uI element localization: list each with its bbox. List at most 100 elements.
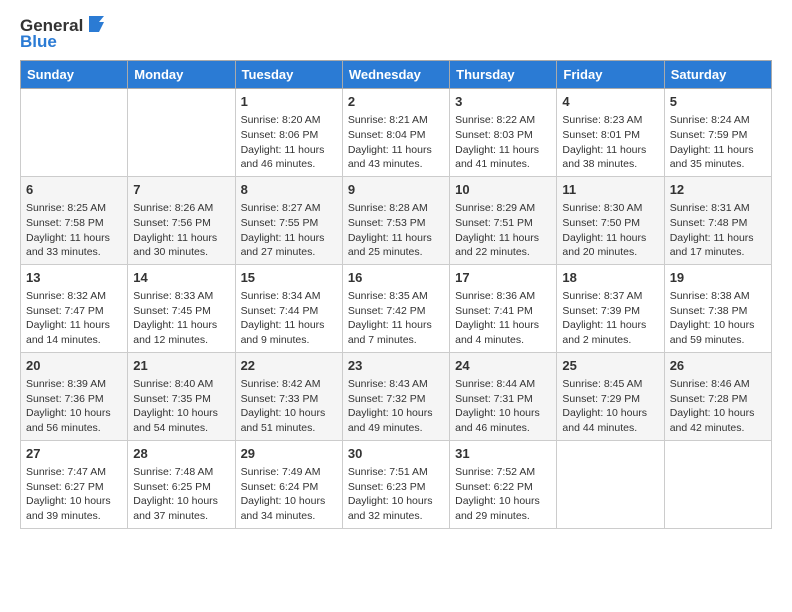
daylight-text: Daylight: 11 hours and 43 minutes. xyxy=(348,143,444,172)
sunrise-text: Sunrise: 7:48 AM xyxy=(133,465,229,480)
sunset-text: Sunset: 7:33 PM xyxy=(241,392,337,407)
sunrise-text: Sunrise: 8:23 AM xyxy=(562,113,658,128)
day-number: 2 xyxy=(348,93,444,111)
daylight-text: Daylight: 11 hours and 20 minutes. xyxy=(562,231,658,260)
daylight-text: Daylight: 10 hours and 29 minutes. xyxy=(455,494,551,523)
day-number: 8 xyxy=(241,181,337,199)
sunset-text: Sunset: 7:58 PM xyxy=(26,216,122,231)
page-header: General Blue xyxy=(20,16,772,52)
calendar-cell: 7Sunrise: 8:26 AMSunset: 7:56 PMDaylight… xyxy=(128,176,235,264)
calendar-table: SundayMondayTuesdayWednesdayThursdayFrid… xyxy=(20,60,772,529)
daylight-text: Daylight: 11 hours and 30 minutes. xyxy=(133,231,229,260)
sunrise-text: Sunrise: 8:22 AM xyxy=(455,113,551,128)
sunset-text: Sunset: 6:22 PM xyxy=(455,480,551,495)
calendar-cell xyxy=(557,440,664,528)
sunset-text: Sunset: 6:25 PM xyxy=(133,480,229,495)
weekday-header-monday: Monday xyxy=(128,61,235,89)
day-number: 24 xyxy=(455,357,551,375)
sunset-text: Sunset: 6:24 PM xyxy=(241,480,337,495)
calendar-cell: 3Sunrise: 8:22 AMSunset: 8:03 PMDaylight… xyxy=(450,89,557,177)
sunrise-text: Sunrise: 8:44 AM xyxy=(455,377,551,392)
day-number: 28 xyxy=(133,445,229,463)
calendar-cell: 19Sunrise: 8:38 AMSunset: 7:38 PMDayligh… xyxy=(664,264,771,352)
daylight-text: Daylight: 11 hours and 12 minutes. xyxy=(133,318,229,347)
calendar-cell: 12 Sunrise: 8:31 AMSunset: 7:48 PMDayligh… xyxy=(664,176,771,264)
daylight-text: Daylight: 11 hours and 41 minutes. xyxy=(455,143,551,172)
daylight-text: Daylight: 10 hours and 51 minutes. xyxy=(241,406,337,435)
calendar-cell: 21Sunrise: 8:40 AMSunset: 7:35 PMDayligh… xyxy=(128,352,235,440)
sunset-text: Sunset: 7:39 PM xyxy=(562,304,658,319)
calendar-cell: 23Sunrise: 8:43 AMSunset: 7:32 PMDayligh… xyxy=(342,352,449,440)
sunrise-text: Sunrise: 8:40 AM xyxy=(133,377,229,392)
daylight-text: Daylight: 11 hours and 46 minutes. xyxy=(241,143,337,172)
daylight-text: Daylight: 10 hours and 59 minutes. xyxy=(670,318,766,347)
calendar-cell: 18Sunrise: 8:37 AMSunset: 7:39 PMDayligh… xyxy=(557,264,664,352)
day-number: 29 xyxy=(241,445,337,463)
sunrise-text: Sunrise: 8:37 AM xyxy=(562,289,658,304)
calendar-cell: 10Sunrise: 8:29 AMSunset: 7:51 PMDayligh… xyxy=(450,176,557,264)
day-number: 18 xyxy=(562,269,658,287)
sunset-text: Sunset: 6:27 PM xyxy=(26,480,122,495)
calendar-cell: 2Sunrise: 8:21 AMSunset: 8:04 PMDaylight… xyxy=(342,89,449,177)
daylight-text: Daylight: 10 hours and 46 minutes. xyxy=(455,406,551,435)
sunrise-text: Sunrise: 8:45 AM xyxy=(562,377,658,392)
day-number: 22 xyxy=(241,357,337,375)
daylight-text: Daylight: 11 hours and 22 minutes. xyxy=(455,231,551,260)
sunrise-text: Sunrise: 8:31 AM xyxy=(670,201,766,216)
sunset-text: Sunset: 7:48 PM xyxy=(670,216,766,231)
sunrise-text: Sunrise: 8:21 AM xyxy=(348,113,444,128)
sunset-text: Sunset: 7:32 PM xyxy=(348,392,444,407)
sunrise-text: Sunrise: 8:25 AM xyxy=(26,201,122,216)
calendar-week-row: 6Sunrise: 8:25 AMSunset: 7:58 PMDaylight… xyxy=(21,176,772,264)
day-number: 6 xyxy=(26,181,122,199)
daylight-text: Daylight: 11 hours and 25 minutes. xyxy=(348,231,444,260)
sunrise-text: Sunrise: 7:47 AM xyxy=(26,465,122,480)
weekday-header-saturday: Saturday xyxy=(664,61,771,89)
day-number: 31 xyxy=(455,445,551,463)
calendar-cell: 22 Sunrise: 8:42 AMSunset: 7:33 PMDayligh… xyxy=(235,352,342,440)
calendar-cell xyxy=(664,440,771,528)
sunrise-text: Sunrise: 8:33 AM xyxy=(133,289,229,304)
daylight-text: Daylight: 10 hours and 49 minutes. xyxy=(348,406,444,435)
day-number: 7 xyxy=(133,181,229,199)
calendar-cell: 20Sunrise: 8:39 AMSunset: 7:36 PMDayligh… xyxy=(21,352,128,440)
day-number: 13 xyxy=(26,269,122,287)
daylight-text: Daylight: 10 hours and 54 minutes. xyxy=(133,406,229,435)
day-number: 25 xyxy=(562,357,658,375)
daylight-text: Daylight: 10 hours and 37 minutes. xyxy=(133,494,229,523)
day-number: 30 xyxy=(348,445,444,463)
day-number: 3 xyxy=(455,93,551,111)
sunrise-text: Sunrise: 8:42 AM xyxy=(241,377,337,392)
day-number: 10 xyxy=(455,181,551,199)
day-number: 11 xyxy=(562,181,658,199)
sunrise-text: Sunrise: 8:29 AM xyxy=(455,201,551,216)
day-number: 23 xyxy=(348,357,444,375)
sunset-text: Sunset: 7:45 PM xyxy=(133,304,229,319)
daylight-text: Daylight: 11 hours and 33 minutes. xyxy=(26,231,122,260)
sunset-text: Sunset: 8:06 PM xyxy=(241,128,337,143)
daylight-text: Daylight: 11 hours and 17 minutes. xyxy=(670,231,766,260)
day-number: 12 xyxy=(670,181,766,199)
calendar-cell: 4Sunrise: 8:23 AMSunset: 8:01 PMDaylight… xyxy=(557,89,664,177)
calendar-cell xyxy=(128,89,235,177)
day-number: 20 xyxy=(26,357,122,375)
daylight-text: Daylight: 10 hours and 32 minutes. xyxy=(348,494,444,523)
calendar-cell: 16Sunrise: 8:35 AMSunset: 7:42 PMDayligh… xyxy=(342,264,449,352)
calendar-cell xyxy=(21,89,128,177)
sunset-text: Sunset: 7:28 PM xyxy=(670,392,766,407)
sunset-text: Sunset: 7:31 PM xyxy=(455,392,551,407)
calendar-cell: 11Sunrise: 8:30 AMSunset: 7:50 PMDayligh… xyxy=(557,176,664,264)
calendar-cell: 26Sunrise: 8:46 AMSunset: 7:28 PMDayligh… xyxy=(664,352,771,440)
daylight-text: Daylight: 10 hours and 42 minutes. xyxy=(670,406,766,435)
sunset-text: Sunset: 7:38 PM xyxy=(670,304,766,319)
weekday-header-friday: Friday xyxy=(557,61,664,89)
day-number: 14 xyxy=(133,269,229,287)
sunset-text: Sunset: 7:55 PM xyxy=(241,216,337,231)
daylight-text: Daylight: 11 hours and 35 minutes. xyxy=(670,143,766,172)
sunset-text: Sunset: 7:53 PM xyxy=(348,216,444,231)
weekday-header-row: SundayMondayTuesdayWednesdayThursdayFrid… xyxy=(21,61,772,89)
calendar-cell: 29Sunrise: 7:49 AMSunset: 6:24 PMDayligh… xyxy=(235,440,342,528)
calendar-cell: 24 Sunrise: 8:44 AMSunset: 7:31 PMDayligh… xyxy=(450,352,557,440)
daylight-text: Daylight: 11 hours and 9 minutes. xyxy=(241,318,337,347)
sunrise-text: Sunrise: 8:39 AM xyxy=(26,377,122,392)
